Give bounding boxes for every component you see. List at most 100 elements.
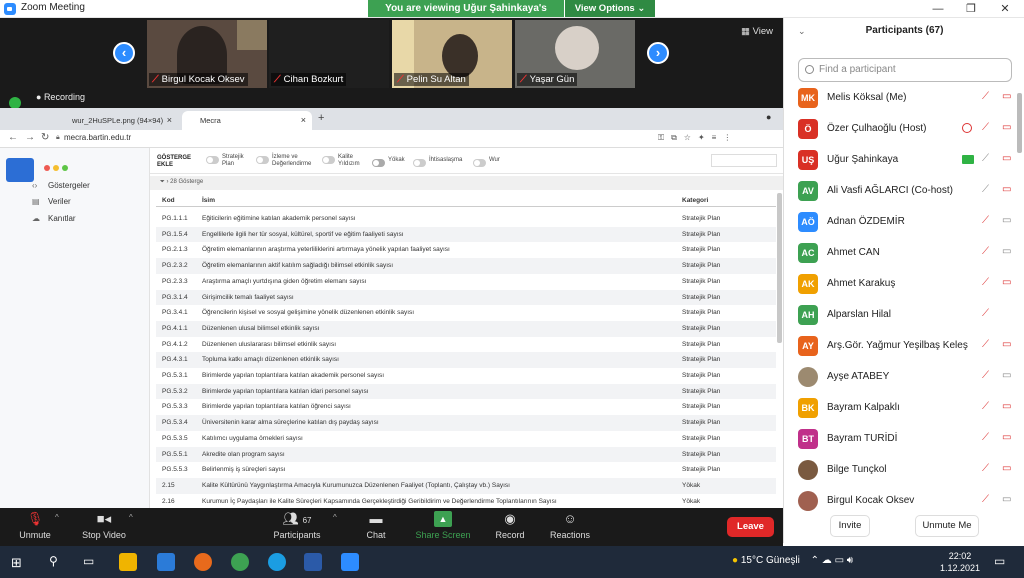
task-view-icon[interactable]: ▭ xyxy=(83,554,94,568)
video-options-caret-icon[interactable]: ^ xyxy=(129,513,133,522)
search-icon[interactable]: ⚲ xyxy=(49,554,58,568)
view-options-button[interactable]: View Options ⌄ xyxy=(565,0,655,17)
clock[interactable]: 22:02 1.12.2021 xyxy=(940,550,980,574)
browser-tab[interactable]: wur_2HuSPLe.png (94×94) × xyxy=(54,111,178,130)
table-row[interactable]: PG.2.3.3 Araştırma amaçlı yurtdışına gide… xyxy=(156,274,776,290)
back-icon[interactable]: ← xyxy=(8,132,18,143)
participant-row[interactable]: AK Ahmet Karakuş ⟋ ▭ xyxy=(798,274,1018,305)
share-screen-button[interactable]: ▲ Share Screen xyxy=(408,511,478,540)
unmute-button[interactable]: 🎙︎ Unmute xyxy=(0,511,70,540)
url-field[interactable]: mecra.bartin.edu.tr xyxy=(64,133,131,142)
sidebar-item-gostergeler[interactable]: ‹› Göstergeler xyxy=(32,181,90,190)
tray-icons[interactable]: ⌃ ☁ ▭ 🔊︎ xyxy=(811,555,853,566)
store-icon[interactable] xyxy=(157,553,175,571)
table-row[interactable]: PG.4.1.2 Düzenlenen uluslararası bilimsel… xyxy=(156,337,776,353)
column-header-isim[interactable]: İsim xyxy=(202,197,215,204)
reactions-button[interactable]: ☺ Reactions xyxy=(535,511,605,540)
table-scrollbar[interactable] xyxy=(777,193,782,343)
toggle-switch[interactable] xyxy=(256,156,269,164)
participants-button[interactable]: 👥︎ 67 Participants xyxy=(262,511,332,540)
firefox-icon[interactable] xyxy=(194,553,212,571)
sidebar-item-veriler[interactable]: ▤ Veriler xyxy=(32,197,71,206)
toggle-izleme[interactable]: İzleme ve Değerlendirme xyxy=(256,154,320,168)
new-tab-icon[interactable]: + xyxy=(318,112,324,124)
participant-search-input[interactable]: Find a participant xyxy=(798,58,1012,82)
toggle-yokak[interactable]: Yökak xyxy=(372,157,405,167)
column-header-kategori[interactable]: Kategori xyxy=(682,197,708,204)
toggle-kalite[interactable]: Kalite Yıldızım xyxy=(322,154,364,168)
table-row[interactable]: PG.4.3.1 Topluma katkı amaçlı düzenlenen … xyxy=(156,352,776,368)
invite-button[interactable]: Invite xyxy=(830,515,870,537)
video-tile[interactable]: ⟋ Yaşar Gün xyxy=(515,20,635,88)
close-tab-icon[interactable]: × xyxy=(301,115,306,125)
chat-button[interactable]: ▬ Chat xyxy=(341,511,411,540)
toggle-switch[interactable] xyxy=(372,159,385,167)
filter-search-input[interactable] xyxy=(711,154,777,167)
minimize-button[interactable]: — xyxy=(921,0,955,18)
participant-row[interactable]: UŞ Uğur Şahinkaya ⟋ ▭ xyxy=(798,150,1018,181)
participant-row[interactable]: AV Ali Vasfi AĞLARCI (Co-host) ⟋ ▭ xyxy=(798,181,1018,212)
table-row[interactable]: 2.16 Kurumun İç Paydaşları ile Kalite Sür… xyxy=(156,494,776,508)
filter-icon[interactable]: ⏷ › xyxy=(160,179,170,185)
toggle-switch[interactable] xyxy=(473,159,486,167)
table-row[interactable]: PG.5.3.5 Katılımcı uygulama örnekleri say… xyxy=(156,431,776,447)
prev-page-button[interactable]: ‹ xyxy=(113,42,135,64)
windows-start-icon[interactable]: ⊞ xyxy=(11,555,22,571)
table-row[interactable]: PG.2.1.3 Öğretim elemanlarının araştırma … xyxy=(156,242,776,258)
table-row[interactable]: PG.5.3.1 Birimlerde yapılan toplantılara … xyxy=(156,368,776,384)
toggle-switch[interactable] xyxy=(322,156,335,164)
participant-row[interactable]: AC Ahmet CAN ⟋ ▭ xyxy=(798,243,1018,274)
participant-row[interactable]: AÖ Adnan ÖZDEMİR ⟋ ▭ xyxy=(798,212,1018,243)
table-row[interactable]: 2.15 Kalite Kültürünü Yaygınlaştırma Amac… xyxy=(156,477,776,494)
maximize-button[interactable]: ❐ xyxy=(954,0,988,18)
toggle-switch[interactable] xyxy=(206,156,219,164)
video-tile[interactable]: ⟋ Pelin Su Altan xyxy=(392,20,512,88)
video-tile[interactable]: ⟋ Cihan Bozkurt xyxy=(269,20,389,88)
forward-icon[interactable]: → xyxy=(25,132,35,143)
table-row[interactable]: PG.5.3.3 Birimlerde yapılan toplantılara … xyxy=(156,399,776,415)
table-row[interactable]: PG.5.3.2 Birimlerde yapılan toplantılara … xyxy=(156,383,776,400)
table-row[interactable]: PG.2.3.2 Öğretim elemanlarının aktif katı… xyxy=(156,258,776,274)
audio-options-caret-icon[interactable]: ^ xyxy=(55,513,59,522)
table-row[interactable]: PG.5.5.1 Akredite olan program sayısı Stra… xyxy=(156,446,776,463)
edge-icon[interactable] xyxy=(268,553,286,571)
participant-row[interactable]: MK Melis Köksal (Me) ⟋ ▭ xyxy=(798,88,1018,119)
participant-row[interactable]: Ayşe ATABEY ⟋ ▭ xyxy=(798,367,1018,398)
toggle-stratejik-plan[interactable]: Stratejik Plan xyxy=(206,154,252,168)
browser-tab-active[interactable]: Mecra × xyxy=(182,111,312,130)
toggle-wur[interactable]: Wur xyxy=(473,157,500,167)
table-row[interactable]: PG.5.3.4 Üniversitenin karar alma süreçle… xyxy=(156,415,776,431)
participants-caret-icon[interactable]: ^ xyxy=(333,513,337,522)
sidebar-item-kanitlar[interactable]: ☁ Kanıtlar xyxy=(32,214,76,223)
table-row[interactable]: PG.1.1.1 Eğiticilerin eğitimine katılan a… xyxy=(156,211,776,227)
close-tab-icon[interactable]: × xyxy=(167,115,172,125)
reload-icon[interactable]: ↻ xyxy=(41,132,49,143)
add-indicator-button[interactable]: GÖSTERGE EKLE xyxy=(157,155,191,169)
table-row[interactable]: PG.4.1.1 Düzenlenen ulusal bilimsel etkin… xyxy=(156,320,776,337)
video-tile[interactable]: ⟋ Birgul Kocak Oksev xyxy=(147,20,267,88)
participant-row[interactable]: BT Bayram TURİDİ ⟋ ▭ xyxy=(798,429,1018,460)
view-toggle[interactable]: ▦ View xyxy=(741,26,773,37)
zoom-taskbar-icon[interactable] xyxy=(341,553,359,571)
table-row[interactable]: PG.5.5.3 Belirlenmiş iş süreçleri sayısı S… xyxy=(156,462,776,478)
column-header-kod[interactable]: Kod xyxy=(162,197,175,204)
notification-icon[interactable]: ▭ xyxy=(994,554,1005,568)
participant-row[interactable]: AH Alparslan Hilal ⟋ xyxy=(798,305,1018,336)
next-page-button[interactable]: › xyxy=(647,42,669,64)
close-button[interactable]: ✕ xyxy=(988,0,1022,18)
participant-row[interactable]: Ö Özer Çulhaoğlu (Host) ⟋ ▭ xyxy=(798,119,1018,150)
chrome-icon[interactable] xyxy=(231,553,249,571)
table-row[interactable]: PG.3.1.4 Girişimcilik temalı faaliyet say… xyxy=(156,289,776,306)
file-explorer-icon[interactable] xyxy=(119,553,137,571)
browser-actions-icon[interactable]: ⚿⧉☆✦≡⋮ xyxy=(658,133,738,143)
participant-row[interactable]: AY Arş.Gör. Yağmur Yeşilbaş Keleş ⟋ ▭ xyxy=(798,336,1018,367)
participant-row[interactable]: Bilge Tunçkol ⟋ ▭ xyxy=(798,460,1018,491)
leave-button[interactable]: Leave xyxy=(727,517,774,537)
table-row[interactable]: PG.3.4.1 Öğrencilerin kişisel ve sosyal g… xyxy=(156,305,776,321)
table-row[interactable]: PG.1.5.4 Engellilerle ilgili her tür sosy… xyxy=(156,226,776,243)
word-icon[interactable] xyxy=(304,553,322,571)
participant-scrollbar[interactable] xyxy=(1017,93,1022,153)
participant-row[interactable]: BK Bayram Kalpaklı ⟋ ▭ xyxy=(798,398,1018,429)
browser-menu-icon[interactable]: ● xyxy=(766,112,771,122)
unmute-me-button[interactable]: Unmute Me xyxy=(915,515,979,537)
